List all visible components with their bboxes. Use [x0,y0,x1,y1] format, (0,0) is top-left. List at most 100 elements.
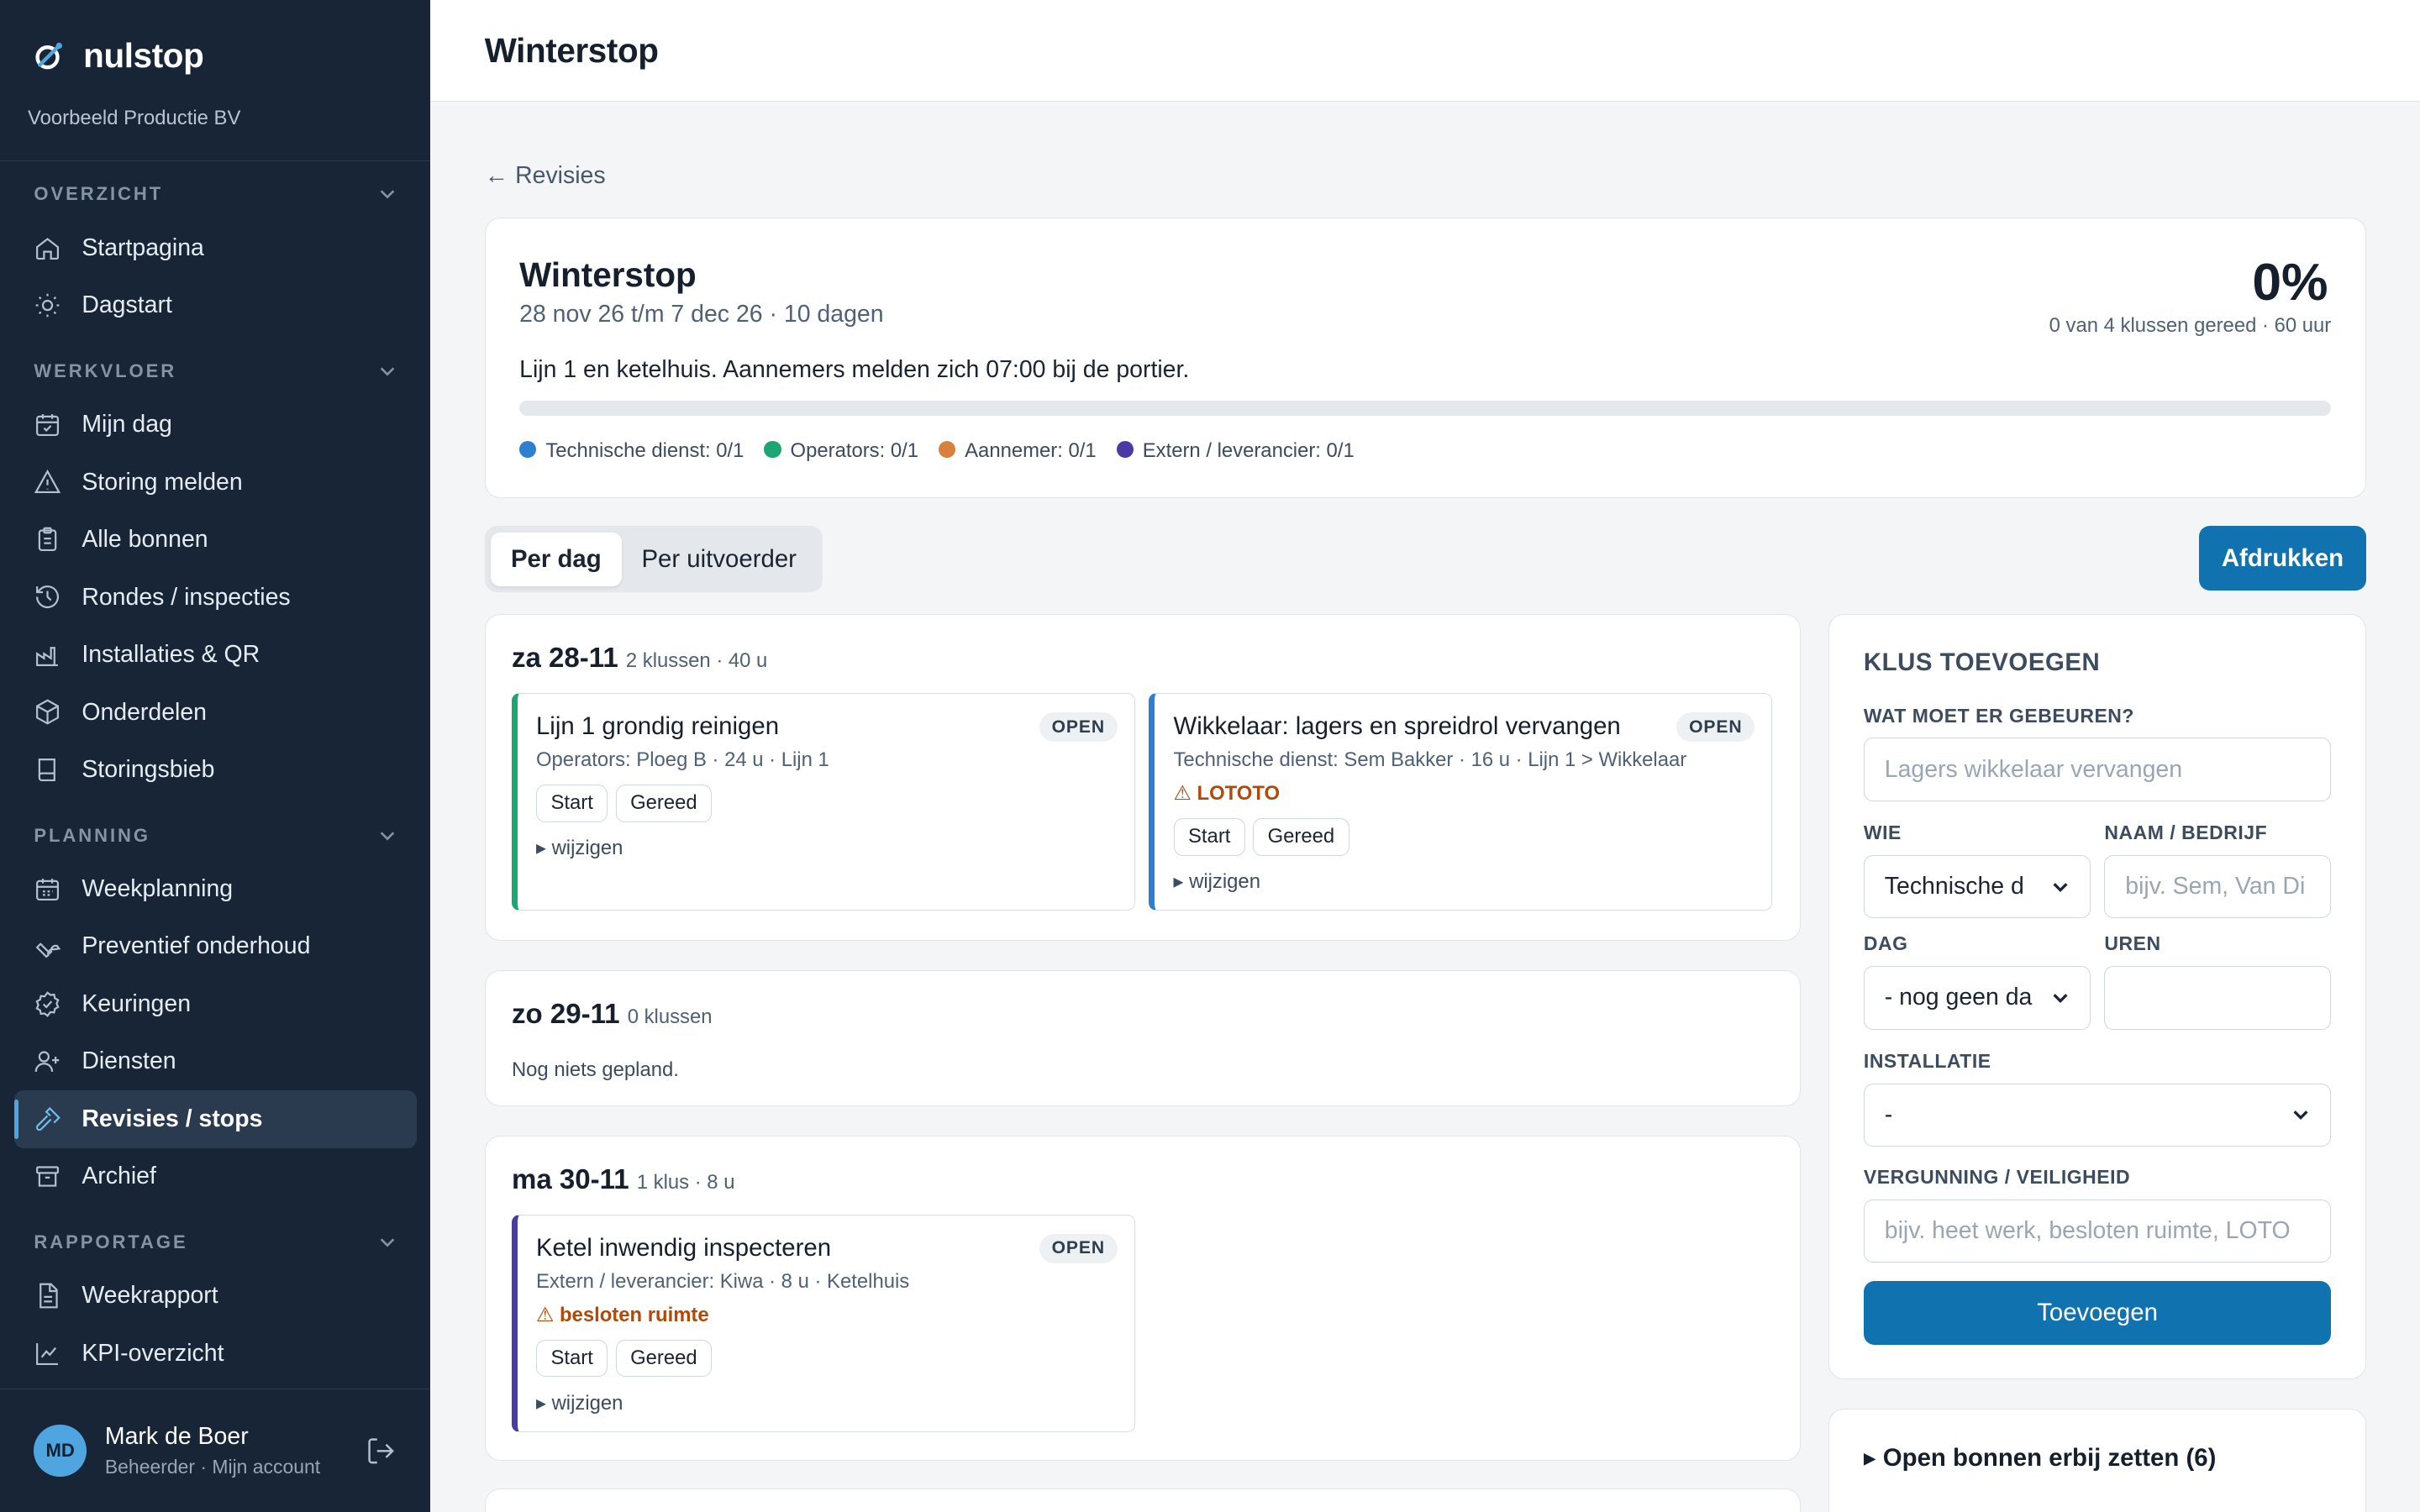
user-plus-icon [35,1051,60,1073]
sidebar-item-keuringen[interactable]: Keuringen [14,975,417,1033]
sidebar-item-label: Diensten [82,1047,176,1075]
job-meta: Technische dienst: Sem Bakker · 16 u · L… [1173,748,1687,772]
organization-name: Voorbeeld Productie BV [28,106,241,129]
tab-per-uitvoerder[interactable]: Per uitvoerder [622,533,817,586]
team-legend: Technische dienst: 0/1 Operators: 0/1 Aa… [519,439,1355,463]
legend-label: Aannemer: 0/1 [965,438,1097,462]
job-card[interactable]: Wikkelaar: lagers en spreidrol vervangen… [1149,693,1773,911]
sidebar-item-preventief-onderhoud[interactable]: Preventief onderhoud [14,918,417,976]
section-werkvloer[interactable]: WERKVLOER [0,346,430,396]
sidebar-item-revisies-stops[interactable]: Revisies / stops [13,1090,417,1148]
open-bonnen-toggle[interactable]: ▸ Open bonnen erbij zetten (6) [1864,1443,2331,1473]
installation-select[interactable]: - [1863,1083,2332,1147]
sidebar-item-dagstart[interactable]: Dagstart [14,276,417,334]
add-job-button[interactable]: Toevoegen [1863,1281,2332,1345]
day-label: ma 30-11 [511,1163,629,1195]
legend-dot [1116,441,1134,459]
legend-dot [764,441,781,459]
sidebar-item-archief[interactable]: Archief [14,1148,417,1206]
user-account[interactable]: MD Mark de Boer Beheerder · Mijn account [0,1389,431,1512]
section-rapportage[interactable]: RAPPORTAGE [0,1218,430,1268]
sidebar-item-onderdelen[interactable]: Onderdelen [14,684,417,742]
sidebar: nulstop Voorbeeld Productie BV OVERZICHT… [0,0,431,1512]
hours-input[interactable] [2104,966,2332,1030]
chevron-down-icon [2053,994,2068,1003]
chevron-down-icon [380,190,395,199]
done-button[interactable]: Gereed [1253,817,1349,856]
back-link[interactable]: ← Revisies [485,162,606,190]
tab-per-dag[interactable]: Per dag [491,532,622,586]
job-title: Ketel inwendig inspecteren [535,1233,832,1262]
open-bonnen-card[interactable]: ▸ Open bonnen erbij zetten (6) [1828,1408,2366,1512]
sidebar-item-label: Onderdelen [82,698,208,726]
day-meta: 0 klussen [627,1005,713,1029]
add-job-card: KLUS TOEVOEGEN WAT MOET ER GEBEUREN? Lag… [1828,614,2366,1379]
permit-input[interactable]: bijv. heet werk, besloten ruimte, LOTO [1863,1199,2332,1263]
print-button[interactable]: Afdrukken [2199,526,2366,591]
clipboard-icon [39,527,57,551]
field-label: WIE [1863,822,1902,844]
day-field: DAG - nog geen da [1863,932,2091,1030]
progress-bar [519,400,2332,417]
progress-percent: 0% [2252,253,2328,312]
sidebar-item-label: Weekrapport [82,1282,218,1310]
job-card[interactable]: Lijn 1 grondig reinigen Operators: Ploeg… [511,693,1135,911]
sidebar-item-label: Mijn dag [82,411,172,438]
section-title: PLANNING [34,824,150,846]
sidebar-item-startpagina[interactable]: Startpagina [14,219,417,277]
installation-field: INSTALLATIE - [1863,1050,2332,1147]
section-planning[interactable]: PLANNING [0,811,430,860]
legend-label: Extern / leverancier: 0/1 [1142,438,1355,462]
start-button[interactable]: Start [535,1339,608,1378]
sidebar-item-label: Rondes / inspecties [82,583,291,611]
job-card[interactable]: Ketel inwendig inspecteren Extern / leve… [511,1214,1135,1432]
sidebar-item-kpi-overzicht[interactable]: KPI-overzicht [14,1325,417,1383]
avatar: MD [34,1424,87,1478]
badge-check-icon [35,991,60,1017]
field-label: NAAM / BEDRIJF [2104,822,2268,844]
sidebar-item-label: Storing melden [82,468,243,496]
status-badge: OPEN [1039,712,1118,743]
sidebar-item-alle-bonnen[interactable]: Alle bonnen [14,511,417,569]
day-select[interactable]: - nog geen da [1863,966,2091,1030]
home-icon [36,237,60,260]
sidebar-item-storing-melden[interactable]: Storing melden [14,454,417,512]
brand[interactable]: nulstop [0,0,430,111]
edit-toggle[interactable]: ▸ wijzigen [536,1391,1116,1415]
wrench-icon [35,942,61,958]
edit-toggle[interactable]: ▸ wijzigen [536,836,1116,860]
view-tabs: Per dag Per uitvoerder [484,526,823,593]
sidebar-item-mijn-dag[interactable]: Mijn dag [14,396,417,454]
chevron-down-icon [2293,1110,2308,1121]
section-overzicht[interactable]: OVERZICHT [0,170,430,219]
job-meta: Operators: Ploeg B · 24 u · Lijn 1 [535,748,829,772]
logout-icon[interactable] [366,1436,397,1467]
legend-item: Operators: 0/1 [764,439,918,463]
sidebar-item-installaties-qr[interactable]: Installaties & QR [14,626,417,684]
stop-summary-card: Winterstop 28 nov 26 t/m 7 dec 26 · 10 d… [484,217,2366,499]
done-button[interactable]: Gereed [615,784,713,822]
sidebar-item-label: Keuringen [82,990,192,1017]
day-card [484,1488,1802,1512]
name-input[interactable]: bijv. Sem, Van Di [2104,854,2332,919]
chevron-down-icon [380,367,395,376]
what-input[interactable]: Lagers wikkelaar vervangen [1863,738,2332,801]
who-select[interactable]: Technische d [1863,854,2091,919]
start-button[interactable]: Start [535,784,608,822]
line-chart-icon [36,1343,59,1365]
sidebar-item-weekrapport[interactable]: Weekrapport [14,1268,417,1326]
sidebar-divider [0,160,431,161]
sidebar-item-weekplanning[interactable]: Weekplanning [14,860,417,918]
page-title: Winterstop [484,30,659,70]
sidebar-item-rondes-inspecties[interactable]: Rondes / inspecties [14,569,417,627]
done-button[interactable]: Gereed [615,1339,713,1378]
day-label: zo 29-11 [511,999,620,1031]
sidebar-item-storingsbieb[interactable]: Storingsbieb [14,741,417,799]
status-badge: OPEN [1676,712,1755,743]
box-icon [36,699,60,726]
start-button[interactable]: Start [1173,817,1245,856]
legend-dot [938,441,956,459]
edit-toggle[interactable]: ▸ wijzigen [1174,869,1754,894]
sidebar-item-diensten[interactable]: Diensten [14,1033,417,1091]
main-content: Winterstop ← Revisies Winterstop 28 nov … [430,0,2420,1512]
